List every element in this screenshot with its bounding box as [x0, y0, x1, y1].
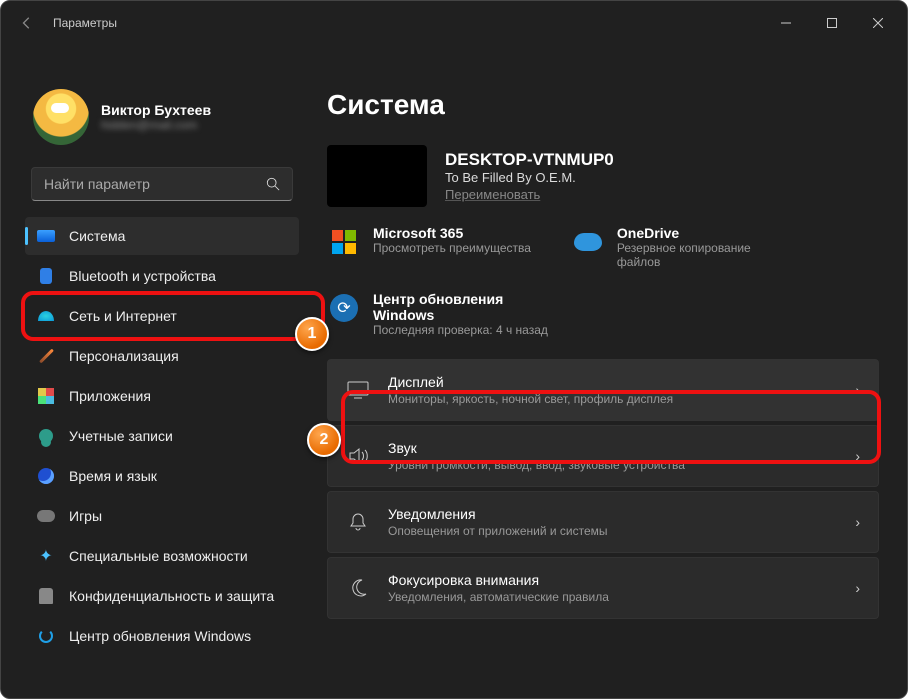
sidebar-item-gaming[interactable]: Игры: [25, 497, 299, 535]
sidebar-item-label: Сеть и Интернет: [69, 308, 177, 324]
card-title: Microsoft 365: [373, 225, 531, 241]
list-item-title: Звук: [388, 440, 837, 456]
sidebar-item-personalization[interactable]: Персонализация: [25, 337, 299, 375]
sidebar-item-label: Специальные возможности: [69, 548, 248, 564]
person-icon: [37, 427, 55, 445]
rename-link[interactable]: Переименовать: [445, 187, 614, 202]
sidebar-item-network[interactable]: Сеть и Интернет: [25, 297, 299, 335]
sidebar-item-label: Персонализация: [69, 348, 179, 364]
search-input[interactable]: [44, 176, 266, 192]
brush-icon: [37, 347, 55, 365]
apps-icon: [37, 387, 55, 405]
nav: Система Bluetooth и устройства Сеть и Ин…: [25, 217, 299, 655]
window-title: Параметры: [53, 16, 117, 30]
chevron-right-icon: ›: [855, 580, 860, 596]
card-ms365[interactable]: Microsoft 365 Просмотреть преимущества: [327, 225, 531, 269]
globe-icon: [37, 467, 55, 485]
back-button[interactable]: [15, 16, 39, 30]
list-item-display[interactable]: Дисплей Мониторы, яркость, ночной свет, …: [327, 359, 879, 421]
moon-icon: [346, 578, 370, 598]
bell-icon: [346, 512, 370, 532]
sidebar-item-bluetooth[interactable]: Bluetooth и устройства: [25, 257, 299, 295]
list-item-title: Фокусировка внимания: [388, 572, 837, 588]
update-icon: [37, 627, 55, 645]
info-cards-2: ⟳ Центр обновления Windows Последняя про…: [327, 291, 879, 337]
list-item-title: Дисплей: [388, 374, 837, 390]
list-item-sub: Уведомления, автоматические правила: [388, 590, 837, 604]
device-oem: To Be Filled By O.E.M.: [445, 170, 614, 185]
info-cards: Microsoft 365 Просмотреть преимущества O…: [327, 225, 879, 269]
sidebar-item-windows-update[interactable]: Центр обновления Windows: [25, 617, 299, 655]
sidebar: Виктор Бухтеев hidden@mail.com Система B…: [1, 45, 311, 698]
card-onedrive[interactable]: OneDrive Резервное копирование файлов: [571, 225, 787, 269]
device-info: DESKTOP-VTNMUP0 To Be Filled By O.E.M. П…: [327, 145, 879, 207]
close-button[interactable]: [855, 7, 901, 39]
chevron-right-icon: ›: [855, 514, 860, 530]
sidebar-item-label: Учетные записи: [69, 428, 173, 444]
step-badge-1: 1: [295, 317, 329, 351]
card-windows-update[interactable]: ⟳ Центр обновления Windows Последняя про…: [327, 291, 548, 337]
bluetooth-icon: [37, 267, 55, 285]
gamepad-icon: [37, 507, 55, 525]
list-item-sub: Уровни громкости, вывод, ввод, звуковые …: [388, 458, 837, 472]
ms365-icon: [327, 225, 361, 259]
sidebar-item-accessibility[interactable]: ✦ Специальные возможности: [25, 537, 299, 575]
sidebar-item-label: Центр обновления Windows: [69, 628, 251, 644]
page-title: Система: [327, 89, 879, 121]
sidebar-item-accounts[interactable]: Учетные записи: [25, 417, 299, 455]
chevron-right-icon: ›: [855, 382, 860, 398]
sound-icon: [346, 447, 370, 465]
card-title: OneDrive: [617, 225, 787, 241]
card-sub: Резервное копирование файлов: [617, 241, 787, 269]
list-item-focus-assist[interactable]: Фокусировка внимания Уведомления, автома…: [327, 557, 879, 619]
titlebar: Параметры: [1, 1, 907, 45]
search-icon: [266, 177, 280, 191]
sidebar-item-privacy[interactable]: Конфиденциальность и защита: [25, 577, 299, 615]
user-block[interactable]: Виктор Бухтеев hidden@mail.com: [25, 45, 299, 165]
sidebar-item-label: Конфиденциальность и защита: [69, 588, 274, 604]
user-email: hidden@mail.com: [101, 118, 211, 132]
minimize-button[interactable]: [763, 7, 809, 39]
user-name: Виктор Бухтеев: [101, 102, 211, 118]
sidebar-item-label: Система: [69, 228, 125, 244]
step-badge-2: 2: [307, 423, 341, 457]
sidebar-item-label: Игры: [69, 508, 102, 524]
device-thumbnail: [327, 145, 427, 207]
main-panel: Система DESKTOP-VTNMUP0 To Be Filled By …: [311, 45, 907, 698]
sidebar-item-label: Приложения: [69, 388, 151, 404]
system-icon: [37, 227, 55, 245]
windows-update-icon: ⟳: [327, 291, 361, 325]
list-item-sub: Оповещения от приложений и системы: [388, 524, 837, 538]
display-icon: [346, 381, 370, 399]
chevron-right-icon: ›: [855, 448, 860, 464]
accessibility-icon: ✦: [37, 547, 55, 565]
avatar: [33, 89, 89, 145]
onedrive-icon: [571, 225, 605, 259]
wifi-icon: [37, 307, 55, 325]
card-title: Центр обновления Windows: [373, 291, 543, 323]
list-item-title: Уведомления: [388, 506, 837, 522]
sidebar-item-time-language[interactable]: Время и язык: [25, 457, 299, 495]
list-item-notifications[interactable]: Уведомления Оповещения от приложений и с…: [327, 491, 879, 553]
card-sub: Последняя проверка: 4 ч назад: [373, 323, 548, 337]
sidebar-item-apps[interactable]: Приложения: [25, 377, 299, 415]
shield-icon: [37, 587, 55, 605]
maximize-button[interactable]: [809, 7, 855, 39]
list-item-sub: Мониторы, яркость, ночной свет, профиль …: [388, 392, 837, 406]
search-box[interactable]: [31, 167, 293, 201]
sidebar-item-label: Bluetooth и устройства: [69, 268, 216, 284]
sidebar-item-system[interactable]: Система: [25, 217, 299, 255]
sidebar-item-label: Время и язык: [69, 468, 157, 484]
settings-window: Параметры Виктор Бухтеев hidden@mail.com: [0, 0, 908, 699]
list-item-sound[interactable]: Звук Уровни громкости, вывод, ввод, звук…: [327, 425, 879, 487]
card-sub: Просмотреть преимущества: [373, 241, 531, 255]
settings-list: Дисплей Мониторы, яркость, ночной свет, …: [327, 359, 879, 619]
device-name: DESKTOP-VTNMUP0: [445, 150, 614, 170]
